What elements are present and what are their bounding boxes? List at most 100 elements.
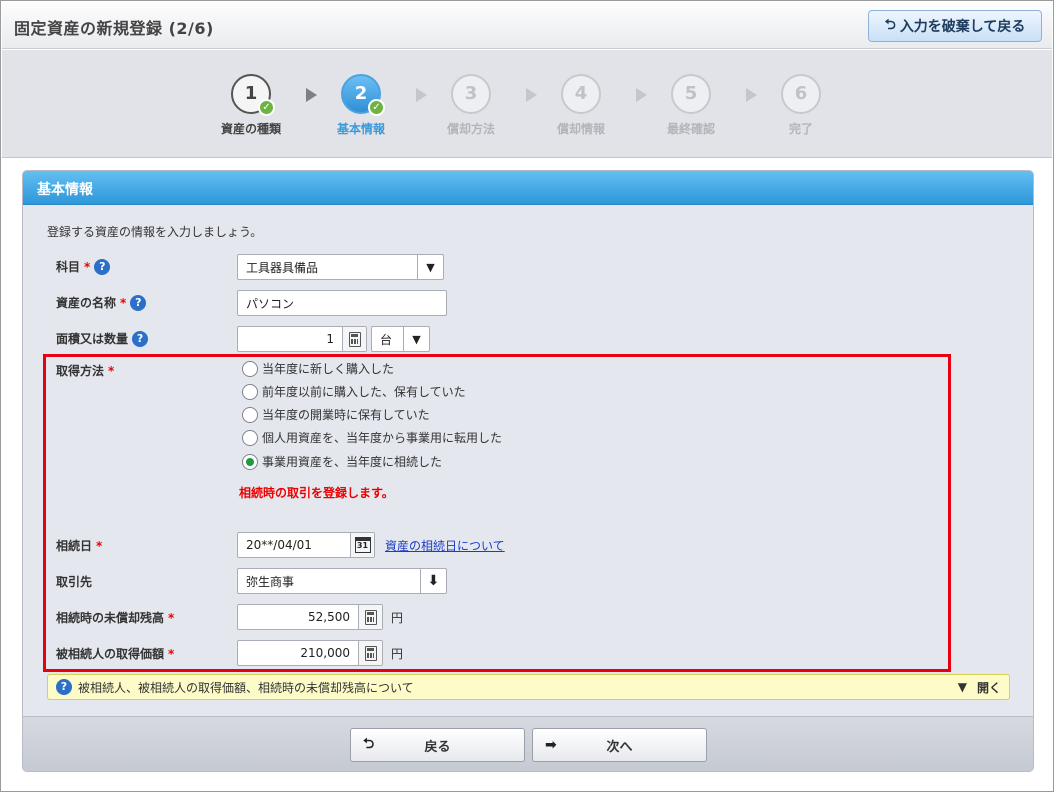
help-icon[interactable]: ?	[130, 294, 147, 311]
help-icon[interactable]: ?	[132, 330, 149, 347]
step-label: 資産の種類	[220, 122, 281, 136]
inheritee-cost-label: 被相続人の取得価額 *	[56, 645, 174, 662]
help-icon[interactable]: ?	[94, 258, 111, 275]
calculator-icon	[364, 645, 377, 661]
inherit-date-label: 相続日 *	[56, 537, 102, 554]
radio-button[interactable]	[242, 360, 258, 377]
yen-unit: 円	[391, 647, 404, 661]
footer-nav: ⮌ 戻る ➡ 次へ	[23, 716, 1033, 771]
calendar-button[interactable]: 31	[350, 533, 374, 557]
inherit-date-help-link[interactable]: 資産の相続日について	[385, 537, 505, 554]
expand-toggle[interactable]: ▼ 開く	[958, 679, 1001, 696]
calculator-icon	[348, 331, 361, 347]
highlight-box	[43, 354, 951, 672]
download-arrow-icon[interactable]: ⬇	[420, 569, 446, 593]
calculator-button[interactable]	[358, 641, 382, 665]
chevron-down-icon: ▼	[957, 680, 967, 694]
step-4: 4 償却情報	[541, 74, 621, 137]
next-button[interactable]: ➡ 次へ	[532, 728, 707, 762]
inherit-date-input[interactable]: 20**/04/01 31	[237, 532, 375, 558]
asset-name-input[interactable]: パソコン	[237, 290, 447, 316]
acquisition-method-label-text: 取得方法	[56, 364, 105, 378]
step-3: 3 償却方法	[431, 74, 511, 137]
radio-option-1[interactable]: 当年度に新しく購入した	[242, 360, 394, 377]
asset-name-value: パソコン	[246, 296, 295, 311]
step-number: 1	[244, 83, 258, 104]
radio-label: 当年度に新しく購入した	[262, 362, 395, 376]
step-label: 償却方法	[446, 122, 495, 136]
step-number: 2	[354, 83, 368, 104]
info-bar-text: 被相続人、被相続人の取得価額、相続時の未償却残高について	[78, 680, 414, 695]
quantity-label-text: 面積又は数量	[56, 332, 129, 346]
check-icon: ✓	[258, 99, 275, 116]
step-arrow-icon	[526, 88, 537, 102]
intro-text: 登録する資産の情報を入力しましょう。	[47, 225, 263, 239]
step-5: 5 最終確認	[651, 74, 731, 137]
inheritee-cost-value: 210,000	[300, 646, 350, 660]
account-value: 工具器具備品	[246, 260, 319, 275]
step-arrow-icon	[416, 88, 427, 102]
step-2: 2 ✓ 基本情報	[321, 74, 401, 137]
step-arrow-icon	[306, 88, 317, 102]
app-window: 固定資産の新規登録 (2/6) ⮌ 入力を破棄して戻る 1 ✓ 資産の種類 2 ✓ …	[0, 0, 1054, 792]
back-button-label: 戻る	[424, 739, 451, 755]
unamortized-balance-value: 52,500	[308, 610, 350, 624]
unit-select[interactable]: 台 ▼	[371, 326, 430, 352]
calendar-icon: 31	[354, 537, 371, 553]
account-label: 科目 * ?	[56, 258, 111, 275]
required-mark: *	[120, 295, 127, 310]
radio-option-5[interactable]: 事業用資産を、当年度に相続した	[242, 453, 442, 470]
step-number: 6	[794, 83, 808, 104]
radio-button-selected[interactable]	[242, 453, 258, 470]
dropdown-arrow-icon[interactable]: ▼	[417, 255, 443, 279]
required-mark: *	[108, 363, 115, 378]
quantity-value: 1	[326, 332, 334, 346]
right-arrow-icon: ➡	[545, 737, 557, 753]
radio-label: 事業用資産を、当年度に相続した	[262, 455, 443, 469]
page-title: 固定資産の新規登録 (2/6)	[14, 19, 214, 38]
step-number: 5	[684, 83, 698, 104]
yen-unit: 円	[391, 611, 404, 625]
calculator-button[interactable]	[342, 327, 366, 351]
quantity-input[interactable]: 1	[237, 326, 367, 352]
calculator-button[interactable]	[358, 605, 382, 629]
radio-label: 当年度の開業時に保有していた	[262, 408, 430, 422]
asset-name-label: 資産の名称 * ?	[56, 294, 147, 311]
step-1: 1 ✓ 資産の種類	[211, 74, 291, 137]
unit-value: 台	[380, 332, 393, 347]
step-number: 4	[574, 83, 588, 104]
return-arrow-icon: ⮌	[884, 17, 896, 33]
partner-select[interactable]: 弥生商事 ⬇	[237, 568, 447, 594]
unamortized-balance-input[interactable]: 52,500	[237, 604, 383, 630]
required-mark: *	[168, 610, 175, 625]
back-button[interactable]: ⮌ 戻る	[350, 728, 525, 762]
discard-and-return-button[interactable]: ⮌ 入力を破棄して戻る	[868, 10, 1042, 42]
step-number: 3	[464, 83, 478, 104]
unamortized-balance-label-text: 相続時の未償却残高	[56, 611, 165, 625]
dropdown-arrow-icon[interactable]: ▼	[403, 327, 429, 351]
inheritance-info-bar[interactable]: ? 被相続人、被相続人の取得価額、相続時の未償却残高について ▼ 開く	[47, 674, 1010, 700]
radio-option-4[interactable]: 個人用資産を、当年度から事業用に転用した	[242, 429, 502, 446]
asset-name-label-text: 資産の名称	[56, 296, 117, 310]
step-label: 償却情報	[556, 122, 605, 136]
panel-title: 基本情報	[23, 171, 1033, 205]
radio-option-2[interactable]: 前年度以前に購入した、保有していた	[242, 383, 466, 400]
step-label: 最終確認	[666, 122, 715, 136]
inheritee-cost-input[interactable]: 210,000	[237, 640, 383, 666]
page-header: 固定資産の新規登録 (2/6) ⮌ 入力を破棄して戻る	[2, 2, 1052, 49]
required-mark: *	[96, 538, 103, 553]
radio-button[interactable]	[242, 383, 258, 400]
radio-button[interactable]	[242, 406, 258, 423]
radio-option-3[interactable]: 当年度の開業時に保有していた	[242, 406, 430, 423]
account-select[interactable]: 工具器具備品 ▼	[237, 254, 444, 280]
help-icon: ?	[56, 679, 72, 695]
partner-value: 弥生商事	[246, 574, 295, 589]
radio-label: 前年度以前に購入した、保有していた	[262, 385, 466, 399]
inherit-date-value: 20**/04/01	[246, 538, 312, 552]
inheritance-notice: 相続時の取引を登録します。	[239, 486, 394, 500]
radio-button[interactable]	[242, 429, 258, 446]
step-6: 6 完了	[761, 74, 841, 137]
inheritee-cost-label-text: 被相続人の取得価額	[56, 647, 165, 661]
radio-label: 個人用資産を、当年度から事業用に転用した	[262, 431, 503, 445]
acquisition-method-label: 取得方法 *	[56, 362, 114, 379]
